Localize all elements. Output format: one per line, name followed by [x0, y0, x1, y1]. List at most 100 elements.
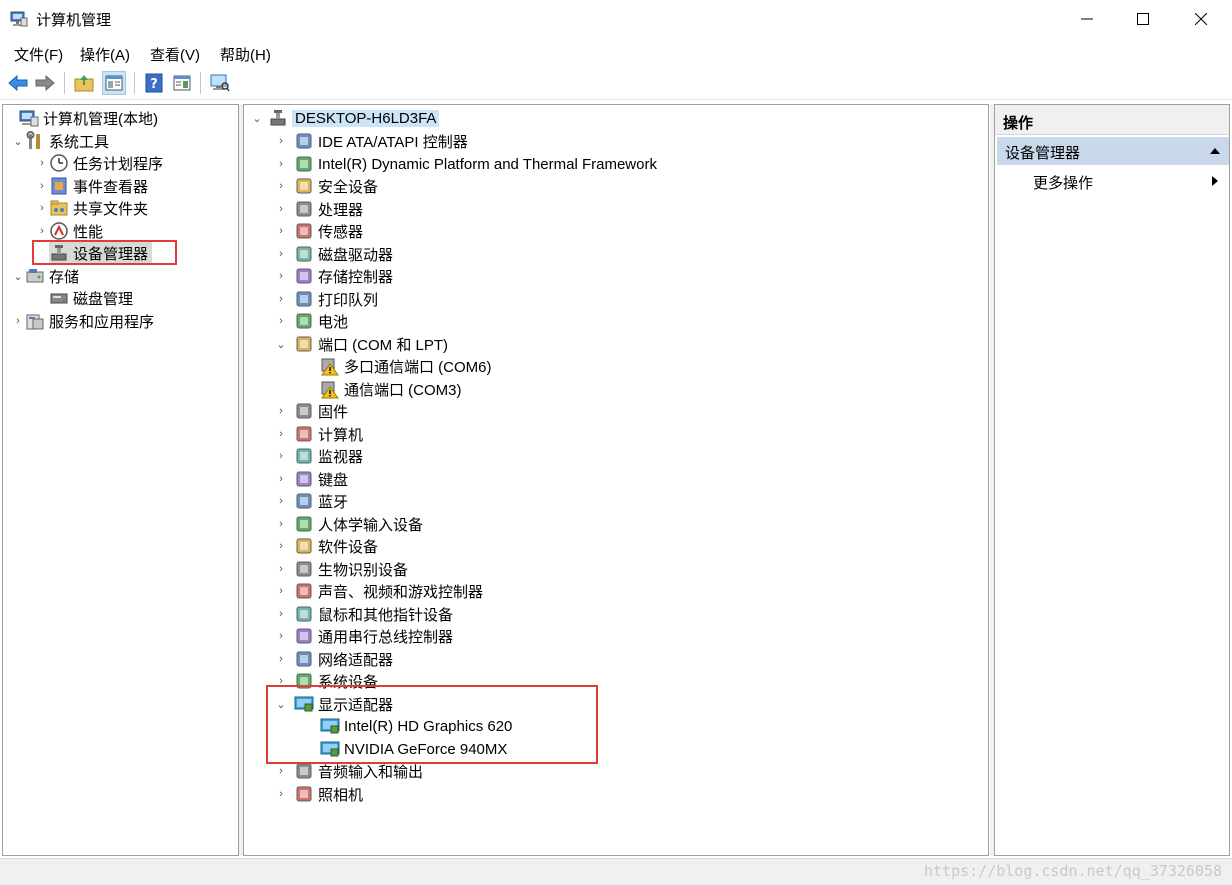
device-category-row[interactable]: › Intel(R) Dynamic Platform and Thermal F… — [274, 153, 657, 175]
chevron-right-icon[interactable]: › — [274, 400, 288, 422]
more-actions-item[interactable]: 更多操作 — [1033, 172, 1093, 193]
disk-management-icon — [50, 293, 68, 304]
device-category-row[interactable]: › 存储控制器 — [274, 265, 393, 287]
device-category-row[interactable]: › 网络适配器 — [274, 648, 393, 670]
device-label: 磁盘驱动器 — [318, 246, 394, 264]
device-category-row[interactable]: › IDE ATA/ATAPI 控制器 — [274, 130, 468, 152]
toolbar: ? — [0, 66, 1232, 100]
device-category-row[interactable]: › 处理器 — [274, 198, 363, 220]
device-category-row[interactable]: › 照相机 — [274, 783, 363, 805]
chevron-right-icon[interactable]: › — [35, 197, 49, 219]
device-tree-root[interactable]: ⌄ DESKTOP-H6LD3FA — [250, 107, 440, 129]
minimize-button[interactable] — [1058, 0, 1116, 38]
chevron-right-icon[interactable]: › — [274, 760, 288, 782]
chevron-down-icon[interactable]: ⌄ — [274, 333, 288, 355]
device-category-row[interactable]: › 打印队列 — [274, 288, 378, 310]
collapse-up-icon[interactable] — [1209, 147, 1221, 155]
device-category-row[interactable]: › 通用串行总线控制器 — [274, 625, 453, 647]
show-hide-tree-button[interactable] — [102, 71, 126, 95]
chevron-right-icon[interactable]: › — [274, 198, 288, 220]
tree-item-storage[interactable]: ⌄ 存储 — [11, 265, 79, 287]
chevron-down-icon[interactable]: ⌄ — [250, 107, 264, 129]
device-category-row[interactable]: › 计算机 — [274, 423, 363, 445]
device-category-row[interactable]: › 生物识别设备 — [274, 558, 408, 580]
device-category-row[interactable]: › 蓝牙 — [274, 490, 348, 512]
device-label: 监视器 — [318, 448, 364, 466]
display-adapter-row[interactable]: Intel(R) HD Graphics 620 — [320, 715, 512, 737]
chevron-down-icon[interactable]: ⌄ — [274, 693, 288, 715]
chevron-right-icon[interactable]: › — [274, 175, 288, 197]
device-category-row[interactable]: › 系统设备 — [274, 670, 378, 692]
menu-file[interactable]: 文件(F) — [14, 44, 63, 65]
chevron-right-icon[interactable]: › — [274, 535, 288, 557]
tree-item-shared-folders[interactable]: › 共享文件夹 — [35, 197, 148, 219]
chevron-right-icon[interactable]: › — [274, 310, 288, 332]
chevron-right-icon[interactable]: › — [274, 603, 288, 625]
display-adapter-row[interactable]: NVIDIA GeForce 940MX — [320, 738, 507, 760]
chevron-right-icon[interactable]: › — [11, 310, 25, 332]
maximize-button[interactable] — [1114, 0, 1172, 38]
tree-item-task-scheduler[interactable]: › 任务计划程序 — [35, 152, 163, 174]
device-category-row[interactable]: › 声音、视频和游戏控制器 — [274, 580, 483, 602]
back-button[interactable] — [6, 71, 30, 95]
chevron-right-icon[interactable]: › — [274, 625, 288, 647]
device-category-row[interactable]: › 固件 — [274, 400, 348, 422]
chevron-right-icon[interactable]: › — [35, 152, 49, 174]
menu-action[interactable]: 操作(A) — [80, 44, 130, 65]
device-category-row[interactable]: ⌄ 端口 (COM 和 LPT) — [274, 333, 448, 355]
tree-item-device-manager[interactable]: 设备管理器 — [49, 242, 153, 264]
tree-item-computer-management[interactable]: 计算机管理(本地) — [5, 107, 158, 129]
up-one-level-button[interactable] — [72, 71, 96, 95]
tree-item-services-applications[interactable]: › 服务和应用程序 — [11, 310, 154, 332]
chevron-right-icon[interactable]: › — [274, 288, 288, 310]
chevron-right-icon[interactable]: › — [274, 783, 288, 805]
properties-button[interactable] — [170, 71, 194, 95]
monitor-icon — [296, 448, 312, 464]
chevron-right-icon[interactable]: › — [274, 513, 288, 535]
device-category-row[interactable]: › 音频输入和输出 — [274, 760, 423, 782]
chevron-right-icon[interactable]: › — [274, 445, 288, 467]
port-device-row[interactable]: 通信端口 (COM3) — [320, 378, 462, 400]
tree-item-performance[interactable]: › 性能 — [35, 220, 103, 242]
chevron-right-icon[interactable]: › — [35, 175, 49, 197]
device-category-row[interactable]: › 鼠标和其他指针设备 — [274, 603, 453, 625]
chevron-right-icon[interactable]: › — [35, 220, 49, 242]
chevron-right-icon[interactable]: › — [274, 558, 288, 580]
device-category-row[interactable]: › 传感器 — [274, 220, 363, 242]
menu-help[interactable]: 帮助(H) — [220, 44, 271, 65]
chevron-right-icon[interactable]: › — [274, 153, 288, 175]
chevron-right-icon[interactable]: › — [274, 265, 288, 287]
device-category-row[interactable]: › 人体学输入设备 — [274, 513, 423, 535]
chevron-right-icon[interactable]: › — [274, 580, 288, 602]
port-device-row[interactable]: 多口通信端口 (COM6) — [320, 355, 492, 377]
close-button[interactable] — [1172, 0, 1230, 38]
help-button[interactable]: ? — [142, 71, 166, 95]
chevron-right-icon[interactable]: › — [274, 670, 288, 692]
chevron-right-icon[interactable]: › — [274, 220, 288, 242]
device-category-row[interactable]: › 软件设备 — [274, 535, 378, 557]
chevron-down-icon[interactable]: ⌄ — [11, 130, 25, 152]
tree-item-disk-management[interactable]: 磁盘管理 — [49, 287, 133, 309]
performance-icon — [50, 222, 68, 240]
chevron-right-icon[interactable]: › — [274, 243, 288, 265]
tree-item-event-viewer[interactable]: › 事件查看器 — [35, 175, 148, 197]
chevron-right-icon[interactable]: › — [274, 490, 288, 512]
device-category-row[interactable]: › 安全设备 — [274, 175, 378, 197]
chevron-right-icon[interactable]: › — [274, 423, 288, 445]
chevron-right-icon[interactable]: › — [274, 648, 288, 670]
chevron-right-icon[interactable]: › — [274, 130, 288, 152]
maximize-icon — [1137, 13, 1149, 25]
actions-group-device-manager[interactable]: 设备管理器 — [997, 137, 1229, 165]
device-category-row[interactable]: › 磁盘驱动器 — [274, 243, 393, 265]
device-category-row[interactable]: › 监视器 — [274, 445, 363, 467]
device-category-row[interactable]: › 键盘 — [274, 468, 348, 490]
forward-button[interactable] — [33, 71, 57, 95]
scan-hardware-button[interactable] — [208, 71, 232, 95]
chevron-right-icon[interactable]: › — [274, 468, 288, 490]
device-category-row[interactable]: ⌄ 显示适配器 — [274, 693, 393, 715]
menu-view[interactable]: 查看(V) — [150, 44, 200, 65]
device-category-row[interactable]: › 电池 — [274, 310, 348, 332]
actions-pane: 操作 设备管理器 更多操作 — [994, 104, 1230, 856]
chevron-down-icon[interactable]: ⌄ — [11, 265, 25, 287]
tree-item-system-tools[interactable]: ⌄ 系统工具 — [11, 130, 109, 152]
